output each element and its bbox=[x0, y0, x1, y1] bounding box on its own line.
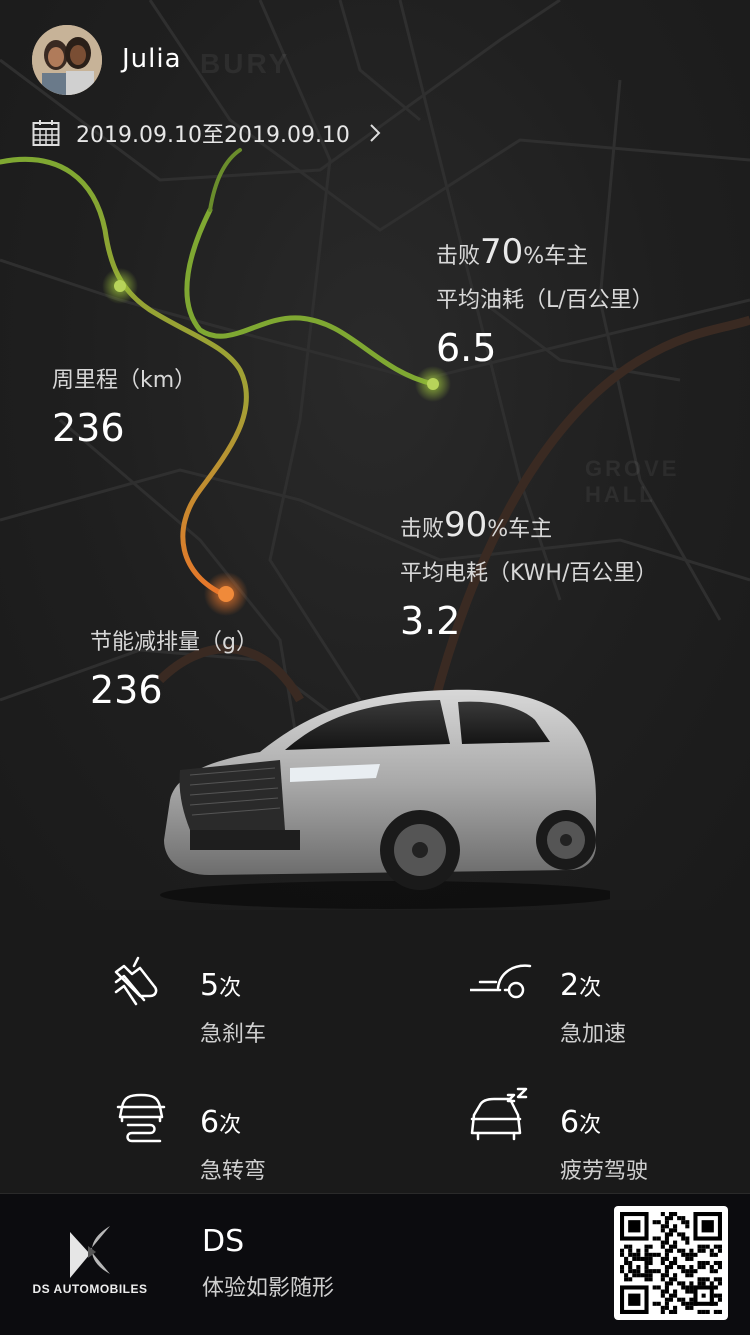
hard-brake-icon bbox=[114, 956, 158, 1006]
event-count: 5次 bbox=[200, 968, 242, 1003]
car-image bbox=[160, 689, 610, 909]
fuel-beat-text: 击败70%车主 bbox=[436, 232, 589, 272]
event-name: 疲劳驾驶 bbox=[560, 1159, 649, 1184]
event-rapid-acceleration[interactable]: 2次 急加速 bbox=[470, 938, 730, 1047]
footer-title: DS bbox=[202, 1224, 245, 1259]
driving-events: 5次 急刹车 2次 急加速 6次 急转弯 6次 疲劳驾驶 bbox=[0, 910, 750, 1193]
event-count: 2次 bbox=[560, 968, 602, 1003]
electric-beat-text: 击败90%车主 bbox=[400, 505, 553, 545]
fuel-value: 6.5 bbox=[436, 326, 497, 370]
rapid-acceleration-icon bbox=[470, 964, 532, 999]
event-name: 急刹车 bbox=[200, 1022, 267, 1047]
chevron-right-icon bbox=[370, 124, 381, 142]
footer: DS AUTOMOBILES DS 体验如影随形 bbox=[0, 1193, 750, 1335]
emission-label: 节能减排量（g） bbox=[90, 630, 258, 655]
event-name: 急加速 bbox=[560, 1022, 627, 1047]
event-count: 6次 bbox=[560, 1105, 602, 1140]
user-name: Julia bbox=[122, 44, 182, 74]
mileage-stat: 周里程（km） 236 bbox=[52, 362, 196, 450]
fatigue-driving-icon bbox=[470, 1087, 528, 1141]
electric-stat: 击败90%车主 平均电耗（KWH/百公里） 3.2 bbox=[400, 505, 657, 643]
fuel-stat: 击败70%车主 平均油耗（L/百公里） 6.5 bbox=[436, 232, 654, 370]
mileage-label: 周里程（km） bbox=[52, 368, 197, 393]
event-hard-brake[interactable]: 5次 急刹车 bbox=[110, 938, 370, 1047]
street-label: GROVE HALL bbox=[585, 456, 680, 507]
brand-name: DS AUTOMOBILES bbox=[32, 1282, 148, 1296]
mileage-value: 236 bbox=[52, 406, 125, 450]
ds-logo: DS AUTOMOBILES bbox=[32, 1222, 148, 1302]
event-count: 6次 bbox=[200, 1105, 242, 1140]
fuel-label: 平均油耗（L/百公里） bbox=[436, 288, 654, 313]
date-range-selector[interactable]: 2019.09.10至2019.09.10 bbox=[32, 116, 382, 150]
avatar[interactable] bbox=[32, 25, 102, 95]
event-name: 急转弯 bbox=[200, 1159, 267, 1184]
avatar-icon bbox=[32, 25, 102, 95]
sharp-turn-icon bbox=[116, 1093, 166, 1143]
ds-logo-icon bbox=[70, 1226, 110, 1278]
event-fatigue-driving[interactable]: 6次 疲劳驾驶 bbox=[470, 1075, 730, 1184]
qr-code-icon bbox=[620, 1212, 722, 1314]
fuel-beat-percent: 70 bbox=[480, 232, 524, 272]
event-sharp-turn[interactable]: 6次 急转弯 bbox=[110, 1075, 370, 1184]
electric-label: 平均电耗（KWH/百公里） bbox=[400, 561, 658, 586]
qr-code[interactable] bbox=[614, 1206, 728, 1320]
date-range-text: 2019.09.10至2019.09.10 bbox=[76, 123, 350, 148]
calendar-icon bbox=[32, 120, 60, 146]
footer-subtitle: 体验如影随形 bbox=[202, 1276, 335, 1301]
electric-beat-percent: 90 bbox=[444, 505, 488, 545]
street-label: BURY bbox=[200, 48, 291, 79]
electric-value: 3.2 bbox=[400, 599, 461, 643]
